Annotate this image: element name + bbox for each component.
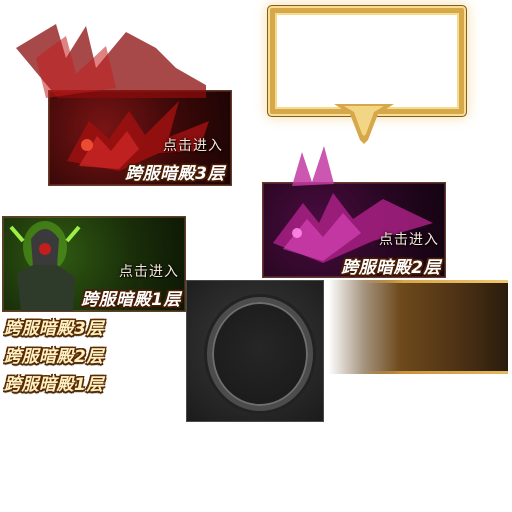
- banner-title: 跨服暗殿3层: [125, 164, 225, 184]
- red-dragon-wings-icon: [16, 24, 206, 98]
- magenta-dragon-horns-icon: [292, 146, 334, 186]
- gold-frame-icon: [270, 8, 464, 114]
- gold-fade-bar: [328, 280, 508, 374]
- dark-ring-panel: [186, 280, 324, 422]
- dungeon-banner-floor-2[interactable]: 点击进入 跨服暗殿2层: [262, 182, 446, 278]
- enter-label: 点击进入: [379, 232, 439, 248]
- dungeon-banner-floor-3[interactable]: 点击进入 跨服暗殿3层: [48, 90, 232, 186]
- enter-label: 点击进入: [119, 264, 179, 280]
- floor-label-2: 跨服暗殿2层: [4, 347, 104, 367]
- banner-title: 跨服暗殿2层: [341, 258, 441, 278]
- dark-ring-frame-icon: [207, 297, 313, 411]
- floor-label-3: 跨服暗殿3层: [4, 319, 104, 339]
- enter-label: 点击进入: [163, 138, 223, 154]
- dungeon-banner-floor-1[interactable]: 点击进入 跨服暗殿1层: [2, 216, 186, 312]
- floor-label-1: 跨服暗殿1层: [4, 375, 104, 395]
- gold-frame-pendant-icon: [334, 104, 394, 144]
- banner-title: 跨服暗殿1层: [81, 290, 181, 310]
